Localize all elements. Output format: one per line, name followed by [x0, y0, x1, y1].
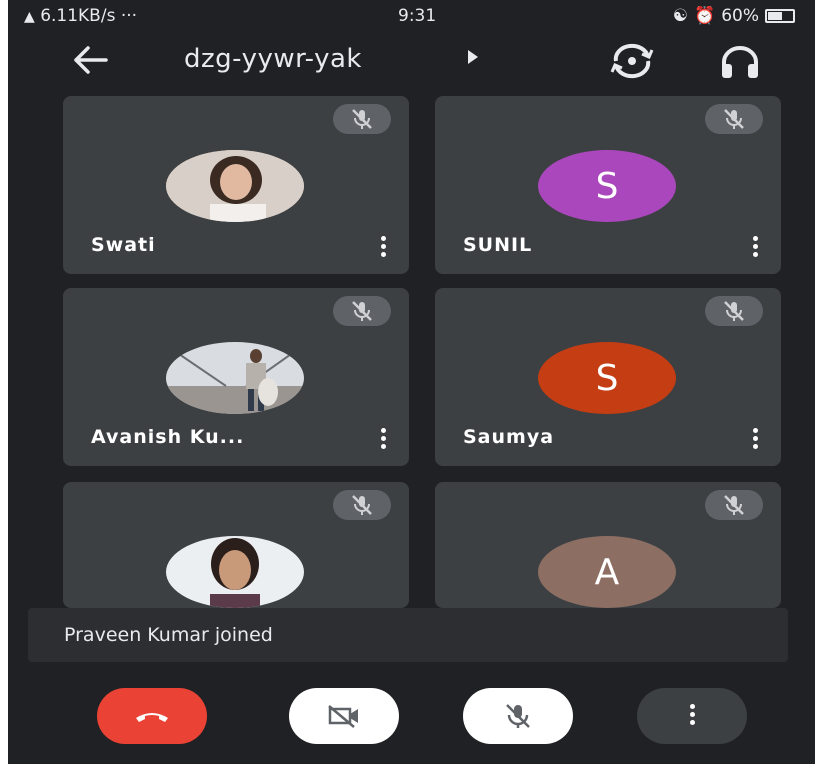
- participant-photo: [166, 536, 304, 608]
- avatar: S: [538, 150, 676, 222]
- alarm-icon: ⏰: [694, 6, 716, 26]
- avatar: [166, 536, 304, 608]
- avatar: A: [538, 536, 676, 608]
- participant-name: SUNIL: [463, 234, 533, 256]
- status-left: ▲ 6.11KB/s ···: [24, 6, 137, 26]
- battery-percent: 60%: [721, 6, 759, 26]
- participant-name: Swati: [91, 234, 156, 256]
- participant-tile-avanish[interactable]: Avanish Ku...: [63, 288, 409, 466]
- top-bar: dzg-yywr-yak: [8, 32, 815, 90]
- notification-text: Praveen Kumar joined: [64, 624, 273, 646]
- status-time: 9:31: [398, 6, 437, 26]
- mic-off-icon: [352, 495, 372, 515]
- avatar: [166, 150, 304, 222]
- more-vert-icon[interactable]: [751, 428, 759, 452]
- avatar: [166, 342, 304, 414]
- back-arrow-icon[interactable]: [70, 42, 110, 78]
- avatar-initial: S: [595, 357, 619, 399]
- camera-off-icon: [328, 705, 358, 728]
- signal-icon: ▲: [24, 9, 35, 25]
- phone-hangup-icon: [136, 713, 168, 722]
- camera-toggle-button[interactable]: [289, 688, 399, 744]
- join-notification: Praveen Kumar joined: [28, 608, 788, 662]
- muted-badge: [333, 490, 391, 520]
- participant-tile-saumya[interactable]: S Saumya: [435, 288, 781, 466]
- more-vert-icon: [688, 704, 696, 728]
- avatar: S: [538, 342, 676, 414]
- mic-off-icon: [352, 109, 372, 129]
- participant-name: Saumya: [463, 426, 555, 448]
- participant-tile-6[interactable]: A: [435, 482, 781, 608]
- more-vert-icon[interactable]: [379, 428, 387, 452]
- mic-toggle-button[interactable]: [463, 688, 573, 744]
- muted-badge: [705, 104, 763, 134]
- muted-badge: [705, 296, 763, 326]
- mic-off-icon: [724, 301, 744, 321]
- participant-tile-swati[interactable]: Swati: [63, 96, 409, 274]
- more-options-button[interactable]: [637, 688, 747, 744]
- participant-tile-5[interactable]: [63, 482, 409, 608]
- expand-caret-icon[interactable]: [468, 50, 478, 64]
- avatar-initial: A: [594, 551, 620, 593]
- participant-photo: [166, 150, 304, 222]
- avatar-initial: S: [595, 165, 619, 207]
- meeting-code[interactable]: dzg-yywr-yak: [184, 44, 362, 74]
- network-speed: 6.11KB/s ···: [40, 6, 138, 26]
- switch-camera-icon[interactable]: [608, 42, 656, 80]
- mic-off-icon: [724, 495, 744, 515]
- mic-off-icon: [724, 109, 744, 129]
- headphones-icon[interactable]: [718, 42, 762, 80]
- headset-status-icon: ☯: [672, 6, 689, 26]
- meet-call-screen: ▲ 6.11KB/s ··· 9:31 ☯ ⏰ 60% dzg-yywr-yak: [8, 0, 815, 764]
- muted-badge: [705, 490, 763, 520]
- participant-tile-sunil[interactable]: S SUNIL: [435, 96, 781, 274]
- participant-name: Avanish Ku...: [91, 426, 245, 448]
- end-call-button[interactable]: [97, 688, 207, 744]
- muted-badge: [333, 104, 391, 134]
- mic-off-icon: [506, 704, 530, 728]
- muted-badge: [333, 296, 391, 326]
- status-bar: ▲ 6.11KB/s ··· 9:31 ☯ ⏰ 60%: [8, 0, 815, 32]
- battery-icon: [765, 9, 795, 23]
- mic-off-icon: [352, 301, 372, 321]
- status-right: ☯ ⏰ 60%: [673, 6, 795, 26]
- more-vert-icon[interactable]: [751, 236, 759, 260]
- more-vert-icon[interactable]: [379, 236, 387, 260]
- participant-photo: [166, 342, 304, 414]
